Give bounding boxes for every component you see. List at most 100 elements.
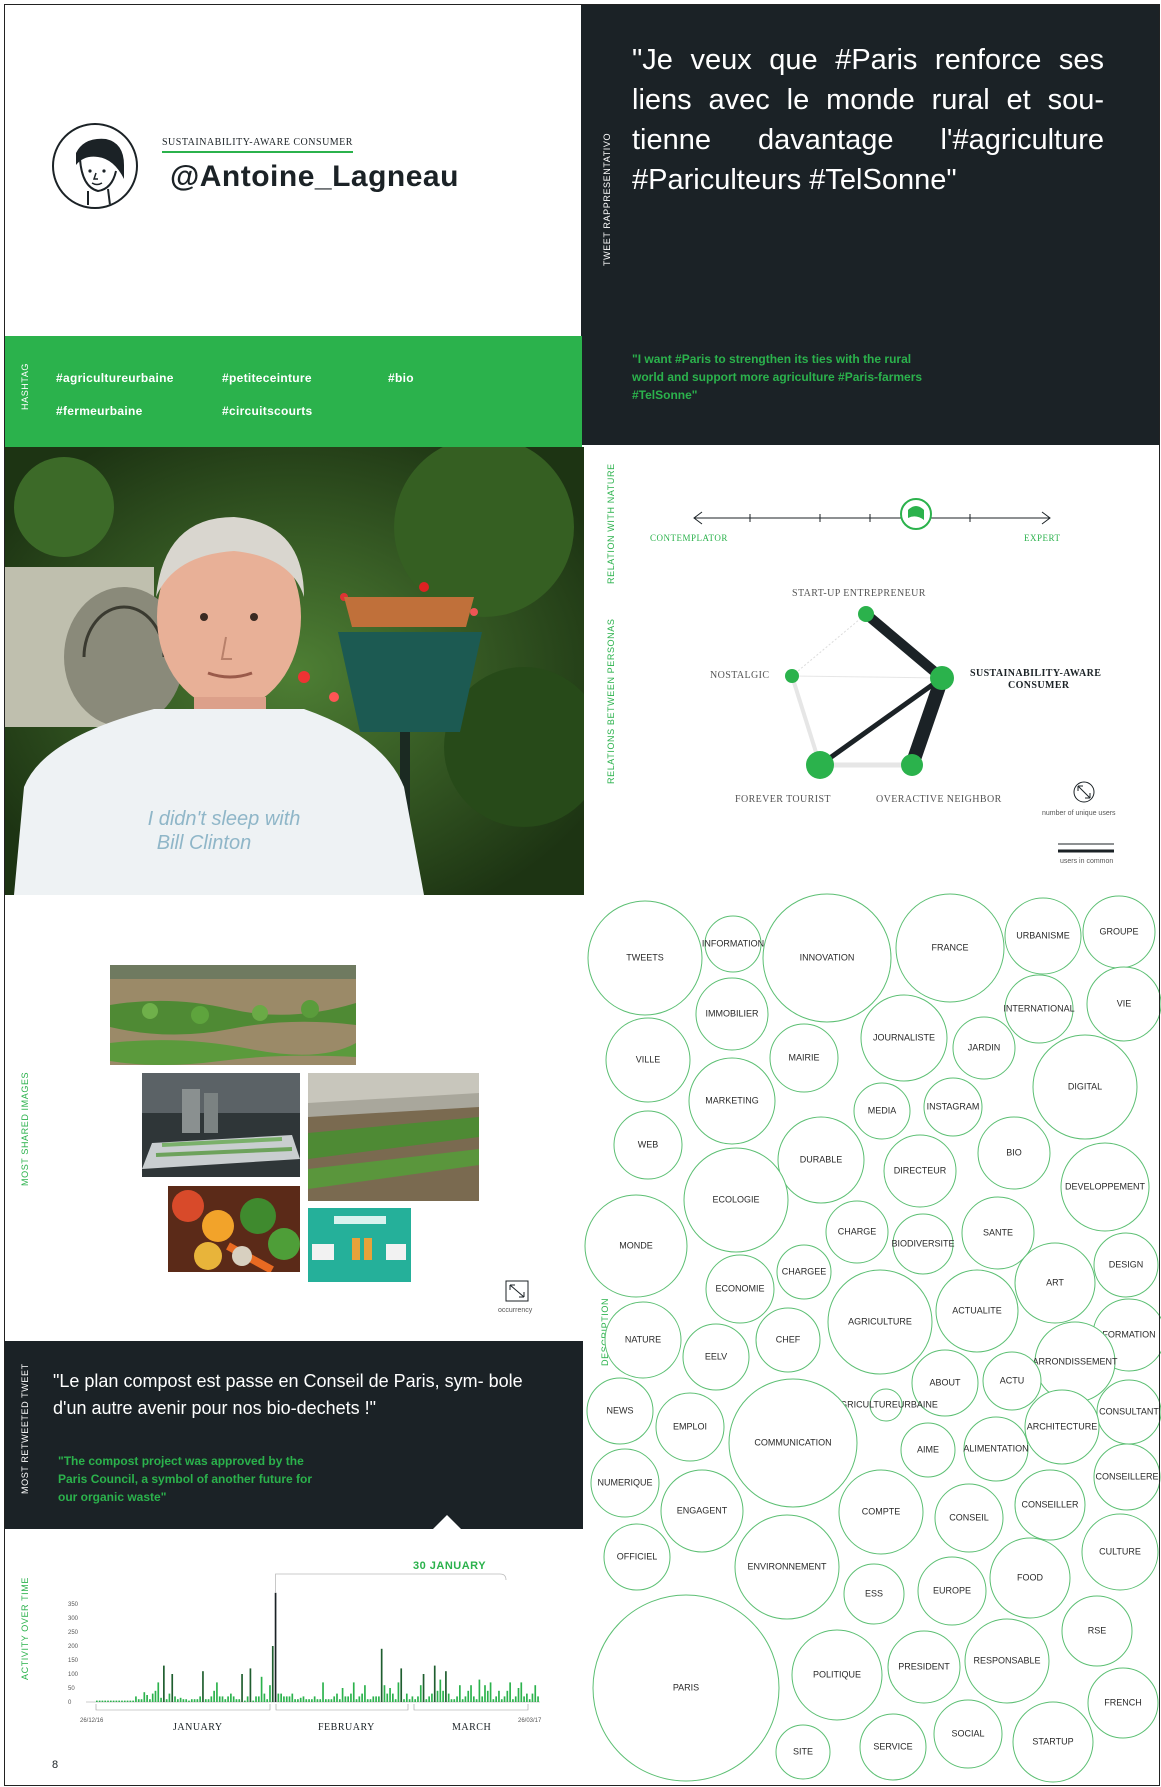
word-bubble[interactable]: RSE [1061,1595,1133,1667]
word-bubble[interactable]: NUMERIQUE [590,1448,660,1518]
word-bubble-label: JARDIN [968,1042,1001,1052]
word-bubble[interactable]: SERVICE [859,1713,927,1781]
word-bubble[interactable]: FRANCE [895,893,1005,1003]
word-bubble[interactable]: CONSULTANT [1096,1379,1161,1445]
word-bubble-label: ESS [865,1588,883,1598]
word-bubble[interactable]: EMPLOI [655,1392,725,1462]
word-bubble-label: AIME [917,1444,939,1454]
word-bubble[interactable]: MAIRIE [769,1023,839,1093]
word-bubble-label: INSTAGRAM [927,1101,980,1111]
word-bubble-label: MONDE [619,1240,653,1250]
word-bubble[interactable]: CONSEIL [934,1483,1004,1553]
word-bubble[interactable]: COMMUNICATION [728,1378,858,1508]
page-number: 8 [52,1759,59,1771]
word-bubble[interactable]: POLITIQUE [791,1629,883,1721]
word-bubble-label: RSE [1088,1625,1107,1635]
word-bubble[interactable]: ACTU [982,1351,1042,1411]
word-bubble[interactable]: ART [1014,1242,1096,1324]
word-bubble[interactable]: INNOVATION [762,893,892,1023]
word-bubble-label: CHEF [776,1334,801,1344]
word-bubble[interactable]: STARTUP [1012,1701,1094,1783]
word-bubble[interactable]: ESS [843,1563,905,1625]
word-bubble-label: ABOUT [929,1377,961,1387]
word-bubble-label: SITE [793,1746,813,1756]
word-bubble[interactable]: IMMOBILIER [695,977,769,1051]
word-bubble[interactable]: INFORMATION [702,915,764,973]
word-bubble[interactable]: ALIMENTATION [963,1416,1029,1482]
word-bubble-label: SOCIAL [951,1728,984,1738]
word-bubble-label: PRESIDENT [898,1661,950,1671]
word-bubble[interactable]: MONDE [584,1194,688,1298]
word-bubble[interactable]: MARKETING [688,1057,776,1145]
word-bubble-label: NATURE [625,1334,661,1344]
word-bubble[interactable]: DIGITAL [1032,1034,1138,1140]
word-bubble-label: ALIMENTATION [963,1443,1028,1453]
word-bubble[interactable]: NATURE [604,1301,682,1379]
word-bubble-label: CONSEIL [949,1512,989,1522]
word-bubble-label: COMPTE [862,1506,901,1516]
word-bubble[interactable]: EELV [682,1323,750,1391]
word-bubble[interactable]: GROUPE [1082,895,1156,969]
word-bubble[interactable]: OFFICIEL [603,1523,671,1591]
word-bubble[interactable]: ARCHITECTURE [1024,1389,1100,1465]
word-bubble-label: ECONOMIE [715,1283,764,1293]
word-bubble[interactable]: VIE [1086,966,1161,1042]
word-bubble[interactable]: CHEF [755,1307,821,1373]
word-bubble[interactable]: AGRICULTURE [827,1269,933,1375]
word-bubble[interactable]: JARDIN [952,1016,1016,1080]
word-bubble-label: ENVIRONNEMENT [747,1561,827,1571]
word-bubble[interactable]: VILLE [605,1017,691,1103]
word-bubble[interactable]: BIO [977,1116,1051,1190]
word-bubble[interactable]: SOCIAL [933,1699,1003,1769]
word-bubble[interactable]: DESIGN [1093,1232,1159,1298]
word-bubble[interactable]: CONSEILLERE [1093,1443,1161,1511]
word-bubble-label: OFFICIEL [617,1551,658,1561]
word-bubble[interactable]: URBANISME [1004,897,1082,975]
word-bubble[interactable]: ECONOMIE [705,1254,775,1324]
word-bubble-label: IMMOBILIER [705,1008,759,1018]
word-bubble[interactable]: CHARGEE [776,1244,832,1300]
word-bubble-label: AGRICULTURE [848,1316,912,1326]
word-bubble[interactable]: JOURNALISTE [860,994,948,1082]
word-bubble[interactable]: MEDIA [853,1082,911,1140]
word-bubble-label: CONSEILLER [1021,1499,1079,1509]
word-bubble-label: EMPLOI [673,1421,707,1431]
word-bubble[interactable]: CULTURE [1081,1513,1159,1591]
word-bubble[interactable]: SITE [775,1724,831,1780]
word-bubble-label: AGRICULTUREURBAINE [834,1399,938,1409]
word-bubble[interactable]: COMPTE [838,1469,924,1555]
word-bubble[interactable]: INSTAGRAM [923,1077,983,1137]
word-bubble[interactable]: CONSEILLER [1014,1469,1086,1541]
word-bubble-label: JOURNALISTE [873,1032,935,1042]
word-bubble[interactable]: PARIS [592,1594,780,1782]
word-bubble[interactable]: WEB [613,1110,683,1180]
word-bubble-label: SANTE [983,1227,1013,1237]
word-bubble[interactable]: PRESIDENT [887,1630,961,1704]
word-bubble[interactable]: ENVIRONNEMENT [734,1514,840,1620]
word-bubble[interactable]: NEWS [586,1377,654,1445]
word-bubble[interactable]: ECOLOGIE [683,1147,789,1253]
word-bubble-label: DURABLE [800,1154,843,1164]
word-bubble[interactable]: DURABLE [777,1116,865,1204]
word-bubble[interactable]: TWEETS [587,900,703,1016]
word-bubble-label: SERVICE [873,1741,912,1751]
word-bubble[interactable]: DEVELOPPEMENT [1060,1142,1150,1232]
word-bubble[interactable]: FRENCH [1087,1667,1159,1739]
word-bubble[interactable]: ACTUALITE [935,1269,1019,1353]
word-bubble[interactable]: DIRECTEUR [883,1134,957,1208]
word-bubble[interactable]: AIME [900,1422,956,1478]
word-bubble[interactable]: BIODIVERSITE [891,1213,955,1275]
word-bubble[interactable]: INTERNATIONAL [1003,974,1075,1044]
word-bubble-label: MEDIA [868,1105,897,1115]
word-bubble[interactable]: RESPONSABLE [964,1618,1050,1704]
word-bubble-label: MAIRIE [788,1052,819,1062]
word-bubble[interactable]: FOOD [989,1537,1071,1619]
word-bubble-label: CHARGE [838,1226,877,1236]
word-bubble-label: BIODIVERSITE [891,1238,954,1248]
word-bubble[interactable]: CHARGE [825,1200,889,1264]
word-bubble-label: GROUPE [1099,926,1138,936]
word-bubble[interactable]: ENGAGENT [660,1469,744,1553]
word-bubble-label: ART [1046,1277,1064,1287]
word-bubble[interactable]: EUROPE [917,1556,987,1626]
description-bubbles: TWEETS INFORMATION INNOVATION FRANCE URBANIS… [584,893,1161,1783]
